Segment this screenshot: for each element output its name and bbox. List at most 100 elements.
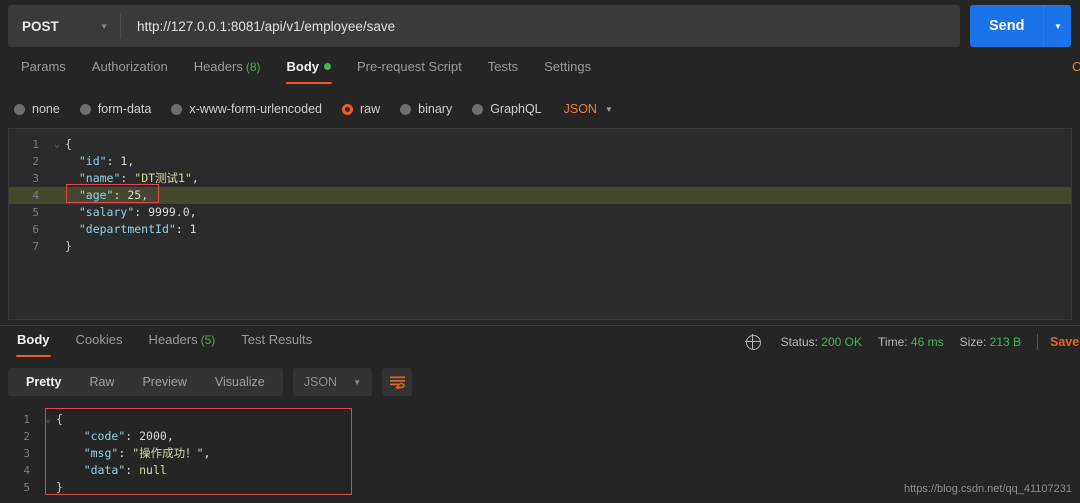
- code-line: 3 "msg": "操作成功！",: [0, 445, 1080, 462]
- request-tab-params[interactable]: Params: [8, 56, 79, 84]
- time-label: Time:: [878, 335, 908, 349]
- watermark-text: https://blog.csdn.net/qq_41107231: [904, 483, 1072, 495]
- response-tab-headers[interactable]: Headers(5): [135, 329, 228, 357]
- response-tab-cookies[interactable]: Cookies: [63, 329, 136, 357]
- code-line: 7}: [9, 238, 1071, 255]
- http-method-select[interactable]: POST ▼: [8, 5, 120, 47]
- response-status-bar: Status: 200 OK Time: 46 ms Size: 213 B S…: [746, 334, 1080, 350]
- code-line: 1⌄{: [0, 411, 1080, 428]
- body-type-label: raw: [360, 102, 380, 116]
- line-number: 2: [9, 153, 51, 170]
- request-tab-label: Pre-request Script: [357, 59, 462, 74]
- line-number: 3: [9, 170, 51, 187]
- code-line: 6 "departmentId": 1: [9, 221, 1071, 238]
- request-tab-label: Authorization: [92, 59, 168, 74]
- line-number: 4: [0, 462, 42, 479]
- save-response-link[interactable]: Save: [1050, 335, 1080, 349]
- status-field: Status: 200 OK: [781, 335, 862, 349]
- size-value: 213 B: [990, 335, 1021, 349]
- line-number: 5: [9, 204, 51, 221]
- fold-toggle-icon[interactable]: ⌄: [51, 136, 63, 153]
- request-tab-label: Headers: [194, 59, 243, 74]
- response-tab-count: (5): [201, 333, 216, 347]
- body-format-select[interactable]: JSON ▼: [564, 102, 613, 116]
- body-type-x-www-form-urlencoded[interactable]: x-www-form-urlencoded: [171, 102, 322, 116]
- code-text: }: [63, 238, 72, 255]
- request-body-editor[interactable]: 1⌄{2 "id": 1,3 "name": "DT测试1",4 "age": …: [8, 128, 1072, 320]
- size-field: Size: 213 B: [960, 335, 1021, 349]
- code-line: 5 "salary": 9999.0,: [9, 204, 1071, 221]
- body-type-label: x-www-form-urlencoded: [189, 102, 322, 116]
- line-number: 1: [9, 136, 51, 153]
- fold-toggle-icon[interactable]: ⌄: [42, 411, 54, 428]
- wrap-text-icon: [390, 376, 405, 389]
- code-text: {: [63, 136, 72, 153]
- cookies-link-clipped[interactable]: Cookies: [1072, 59, 1080, 74]
- code-line: 4 "data": null: [0, 462, 1080, 479]
- response-tab-label: Body: [17, 332, 50, 347]
- send-button-group: Send ▼: [970, 5, 1071, 47]
- response-view-tabs: PrettyRawPreviewVisualize: [8, 368, 283, 396]
- time-field: Time: 46 ms: [878, 335, 944, 349]
- url-input[interactable]: [121, 5, 960, 47]
- line-number: 6: [9, 221, 51, 238]
- body-type-form-data[interactable]: form-data: [80, 102, 152, 116]
- response-format-label: JSON: [304, 375, 337, 389]
- code-line: 2 "code": 2000,: [0, 428, 1080, 445]
- body-type-raw[interactable]: raw: [342, 102, 380, 116]
- response-view-tab-visualize[interactable]: Visualize: [201, 368, 279, 396]
- request-tab-label: Settings: [544, 59, 591, 74]
- request-tab-tests[interactable]: Tests: [475, 56, 531, 84]
- radio-unselected-icon: [14, 104, 25, 115]
- body-type-label: form-data: [98, 102, 152, 116]
- body-type-binary[interactable]: binary: [400, 102, 452, 116]
- request-tab-headers[interactable]: Headers(8): [181, 56, 274, 84]
- line-number: 4: [9, 187, 51, 204]
- body-type-graphql[interactable]: GraphQL: [472, 102, 541, 116]
- chevron-down-icon: ▼: [353, 378, 361, 387]
- chevron-down-icon: ▼: [605, 105, 613, 114]
- code-text: {: [54, 411, 63, 428]
- code-text: "data": null: [54, 462, 167, 479]
- body-type-label: none: [32, 102, 60, 116]
- code-text: "age": 25,: [63, 187, 148, 204]
- size-label: Size:: [960, 335, 987, 349]
- send-options-chevron-down-icon[interactable]: ▼: [1043, 5, 1071, 47]
- request-tab-authorization[interactable]: Authorization: [79, 56, 181, 84]
- body-type-row: none form-data x-www-form-urlencoded raw bin…: [0, 95, 1080, 123]
- body-type-none[interactable]: none: [14, 102, 60, 116]
- status-label: Status:: [781, 335, 818, 349]
- request-tab-settings[interactable]: Settings: [531, 56, 604, 84]
- radio-unselected-icon: [171, 104, 182, 115]
- request-code-area[interactable]: 1⌄{2 "id": 1,3 "name": "DT测试1",4 "age": …: [9, 129, 1071, 319]
- request-tab-body[interactable]: Body: [274, 56, 345, 84]
- send-button[interactable]: Send: [970, 5, 1043, 47]
- request-url-bar: POST ▼ Send ▼: [0, 0, 1080, 52]
- response-tab-body[interactable]: Body: [4, 329, 63, 357]
- radio-selected-icon: [342, 104, 353, 115]
- radio-unselected-icon: [80, 104, 91, 115]
- code-line: 1⌄{: [9, 136, 1071, 153]
- code-text: }: [54, 479, 63, 496]
- request-tab-label: Tests: [488, 59, 518, 74]
- status-value: 200 OK: [821, 335, 862, 349]
- body-has-content-dot-icon: [324, 63, 331, 70]
- request-tab-label: Params: [21, 59, 66, 74]
- line-number: 7: [9, 238, 51, 255]
- wrap-text-button[interactable]: [382, 368, 412, 396]
- response-view-tab-pretty[interactable]: Pretty: [12, 368, 75, 396]
- time-value: 46 ms: [911, 335, 944, 349]
- response-format-select[interactable]: JSON ▼: [293, 368, 372, 396]
- url-input-group: POST ▼: [8, 5, 960, 47]
- line-number: 3: [0, 445, 42, 462]
- response-view-tab-raw[interactable]: Raw: [75, 368, 128, 396]
- line-number: 1: [0, 411, 42, 428]
- response-view-tab-preview[interactable]: Preview: [128, 368, 200, 396]
- request-tab-pre-request-script[interactable]: Pre-request Script: [344, 56, 475, 84]
- response-tab-test-results[interactable]: Test Results: [228, 329, 325, 357]
- status-divider: [1037, 334, 1038, 350]
- line-number: 5: [0, 479, 42, 496]
- response-tab-label: Cookies: [76, 332, 123, 347]
- request-tabs: Params Authorization Headers(8)Body Pre-req…: [0, 56, 1080, 89]
- response-tab-label: Test Results: [241, 332, 312, 347]
